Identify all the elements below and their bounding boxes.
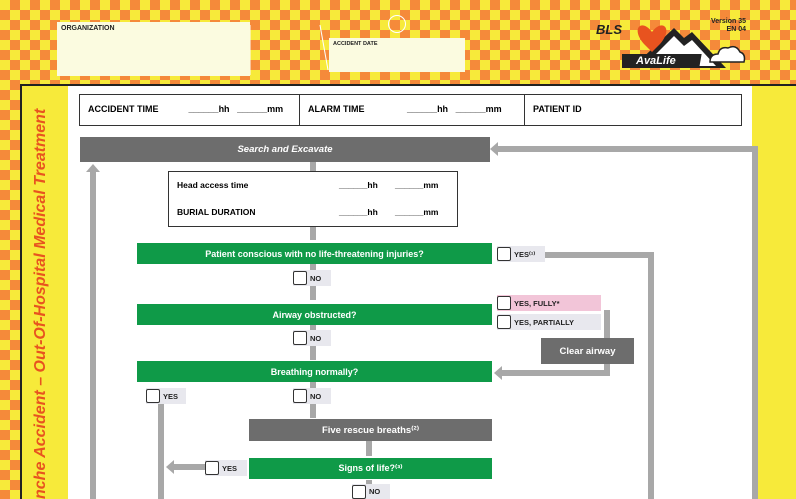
- q2-yes-partially-checkbox[interactable]: YES, PARTIALLY: [497, 314, 601, 330]
- head-access-label: Head access time: [177, 180, 249, 190]
- q2-yes-partially-label: YES, PARTIALLY: [514, 317, 575, 327]
- q1-no-checkbox[interactable]: NO: [293, 270, 331, 286]
- mm-label: mm: [423, 207, 439, 217]
- q2-yes-fully-checkbox[interactable]: YES, FULLY*: [497, 295, 601, 311]
- hh-field[interactable]: ______hh: [339, 180, 378, 190]
- mm-label: mm: [423, 180, 439, 190]
- q3-no-label: NO: [310, 391, 322, 401]
- mm-label: mm: [267, 104, 284, 114]
- connector: [310, 226, 316, 240]
- connector: [174, 464, 208, 470]
- blank: ______: [455, 104, 486, 114]
- accident-time-label: ACCIDENT TIME: [88, 104, 159, 114]
- q3-yes-checkbox[interactable]: YES: [146, 388, 186, 404]
- yes-conscious-down-line: [648, 252, 654, 499]
- top-return-line: [497, 146, 757, 152]
- question-conscious: Patient conscious with no life-threateni…: [137, 243, 492, 264]
- blank: ______: [188, 104, 219, 114]
- q2-yes-fully-label: YES, FULLY*: [514, 298, 560, 308]
- arrow-left-icon: [166, 460, 174, 474]
- q2-no-checkbox[interactable]: NO: [293, 330, 331, 346]
- rescue-breaths-step[interactable]: Five rescue breaths⁽²⁾: [249, 419, 492, 441]
- q4-no-label: NO: [369, 487, 381, 496]
- hh-label: hh: [367, 180, 378, 190]
- sidebar-title: nche Accident – Out-Of-Hospital Medical …: [32, 108, 49, 499]
- clear-airway-line: [604, 310, 610, 340]
- hh-label: hh: [437, 104, 449, 114]
- hh-field[interactable]: ______hh: [339, 207, 378, 217]
- clear-airway-return-line: [500, 370, 610, 376]
- left-loop-line: [90, 168, 96, 499]
- search-excavate-step[interactable]: Search and Excavate: [80, 137, 490, 162]
- burial-time-box[interactable]: Head access time ______hh ______mm BURIA…: [168, 171, 458, 227]
- q4-no-checkbox[interactable]: NO: [352, 484, 390, 499]
- q3-no-checkbox[interactable]: NO: [293, 388, 331, 404]
- q4-yes-checkbox[interactable]: YES: [205, 460, 247, 476]
- version-info: Version 35 EN 04: [706, 18, 746, 34]
- alarm-time-cell[interactable]: ALARM TIME ______hh ______mm: [300, 95, 525, 125]
- sidebar: nche Accident – Out-Of-Hospital Medical …: [22, 86, 68, 499]
- blank: ______: [237, 104, 268, 114]
- yes-conscious-line: [542, 252, 652, 258]
- q3-yes-label: YES: [163, 391, 179, 401]
- q2-no-label: NO: [310, 333, 322, 343]
- arrow-left-icon: [490, 142, 498, 156]
- burial-duration-label: BURIAL DURATION: [177, 207, 256, 217]
- alarm-time-label: ALARM TIME: [308, 104, 365, 114]
- organization-field[interactable]: ORGANIZATION: [57, 22, 250, 76]
- q1-yes-checkbox[interactable]: YES⁽¹⁾: [497, 246, 545, 262]
- accident-time-cell[interactable]: ACCIDENT TIME ______hh ______mm: [80, 95, 300, 125]
- yes-breathing-line: [158, 400, 164, 499]
- q4-yes-label: YES: [222, 463, 238, 473]
- q1-yes-label: YES⁽¹⁾: [514, 249, 536, 259]
- clear-airway-step[interactable]: Clear airway: [541, 338, 634, 364]
- q1-no-label: NO: [310, 273, 322, 283]
- header-connector: [249, 20, 330, 80]
- connector: [366, 440, 372, 456]
- question-airway: Airway obstructed?: [137, 304, 492, 325]
- accident-date-field[interactable]: ACCIDENT DATE: [329, 38, 465, 72]
- blank: ______: [407, 104, 438, 114]
- mm-field[interactable]: ______mm: [395, 180, 439, 190]
- patient-id-cell[interactable]: PATIENT ID: [525, 95, 590, 125]
- hh-label: hh: [218, 104, 230, 114]
- mm-label: mm: [485, 104, 502, 114]
- arrow-up-icon: [86, 164, 100, 172]
- protocol-label: BLS: [596, 22, 622, 37]
- right-loop-line: [752, 146, 758, 499]
- patient-id-label: PATIENT ID: [533, 104, 582, 114]
- logo-text: AvaLife: [636, 55, 676, 67]
- mm-field[interactable]: ______mm: [395, 207, 439, 217]
- question-signs-of-life: Signs of life?⁽³⁾: [249, 458, 492, 479]
- arrow-left-icon: [494, 366, 502, 380]
- circle-icon: [388, 15, 406, 33]
- organization-label: ORGANIZATION: [61, 25, 115, 32]
- version-label: Version 35: [710, 18, 746, 25]
- edition-label: EN 04: [726, 26, 746, 33]
- question-breathing: Breathing normally?: [137, 361, 492, 382]
- time-bar: ACCIDENT TIME ______hh ______mm ALARM TI…: [79, 94, 742, 126]
- hh-label: hh: [367, 207, 378, 217]
- accident-date-label: ACCIDENT DATE: [333, 41, 378, 47]
